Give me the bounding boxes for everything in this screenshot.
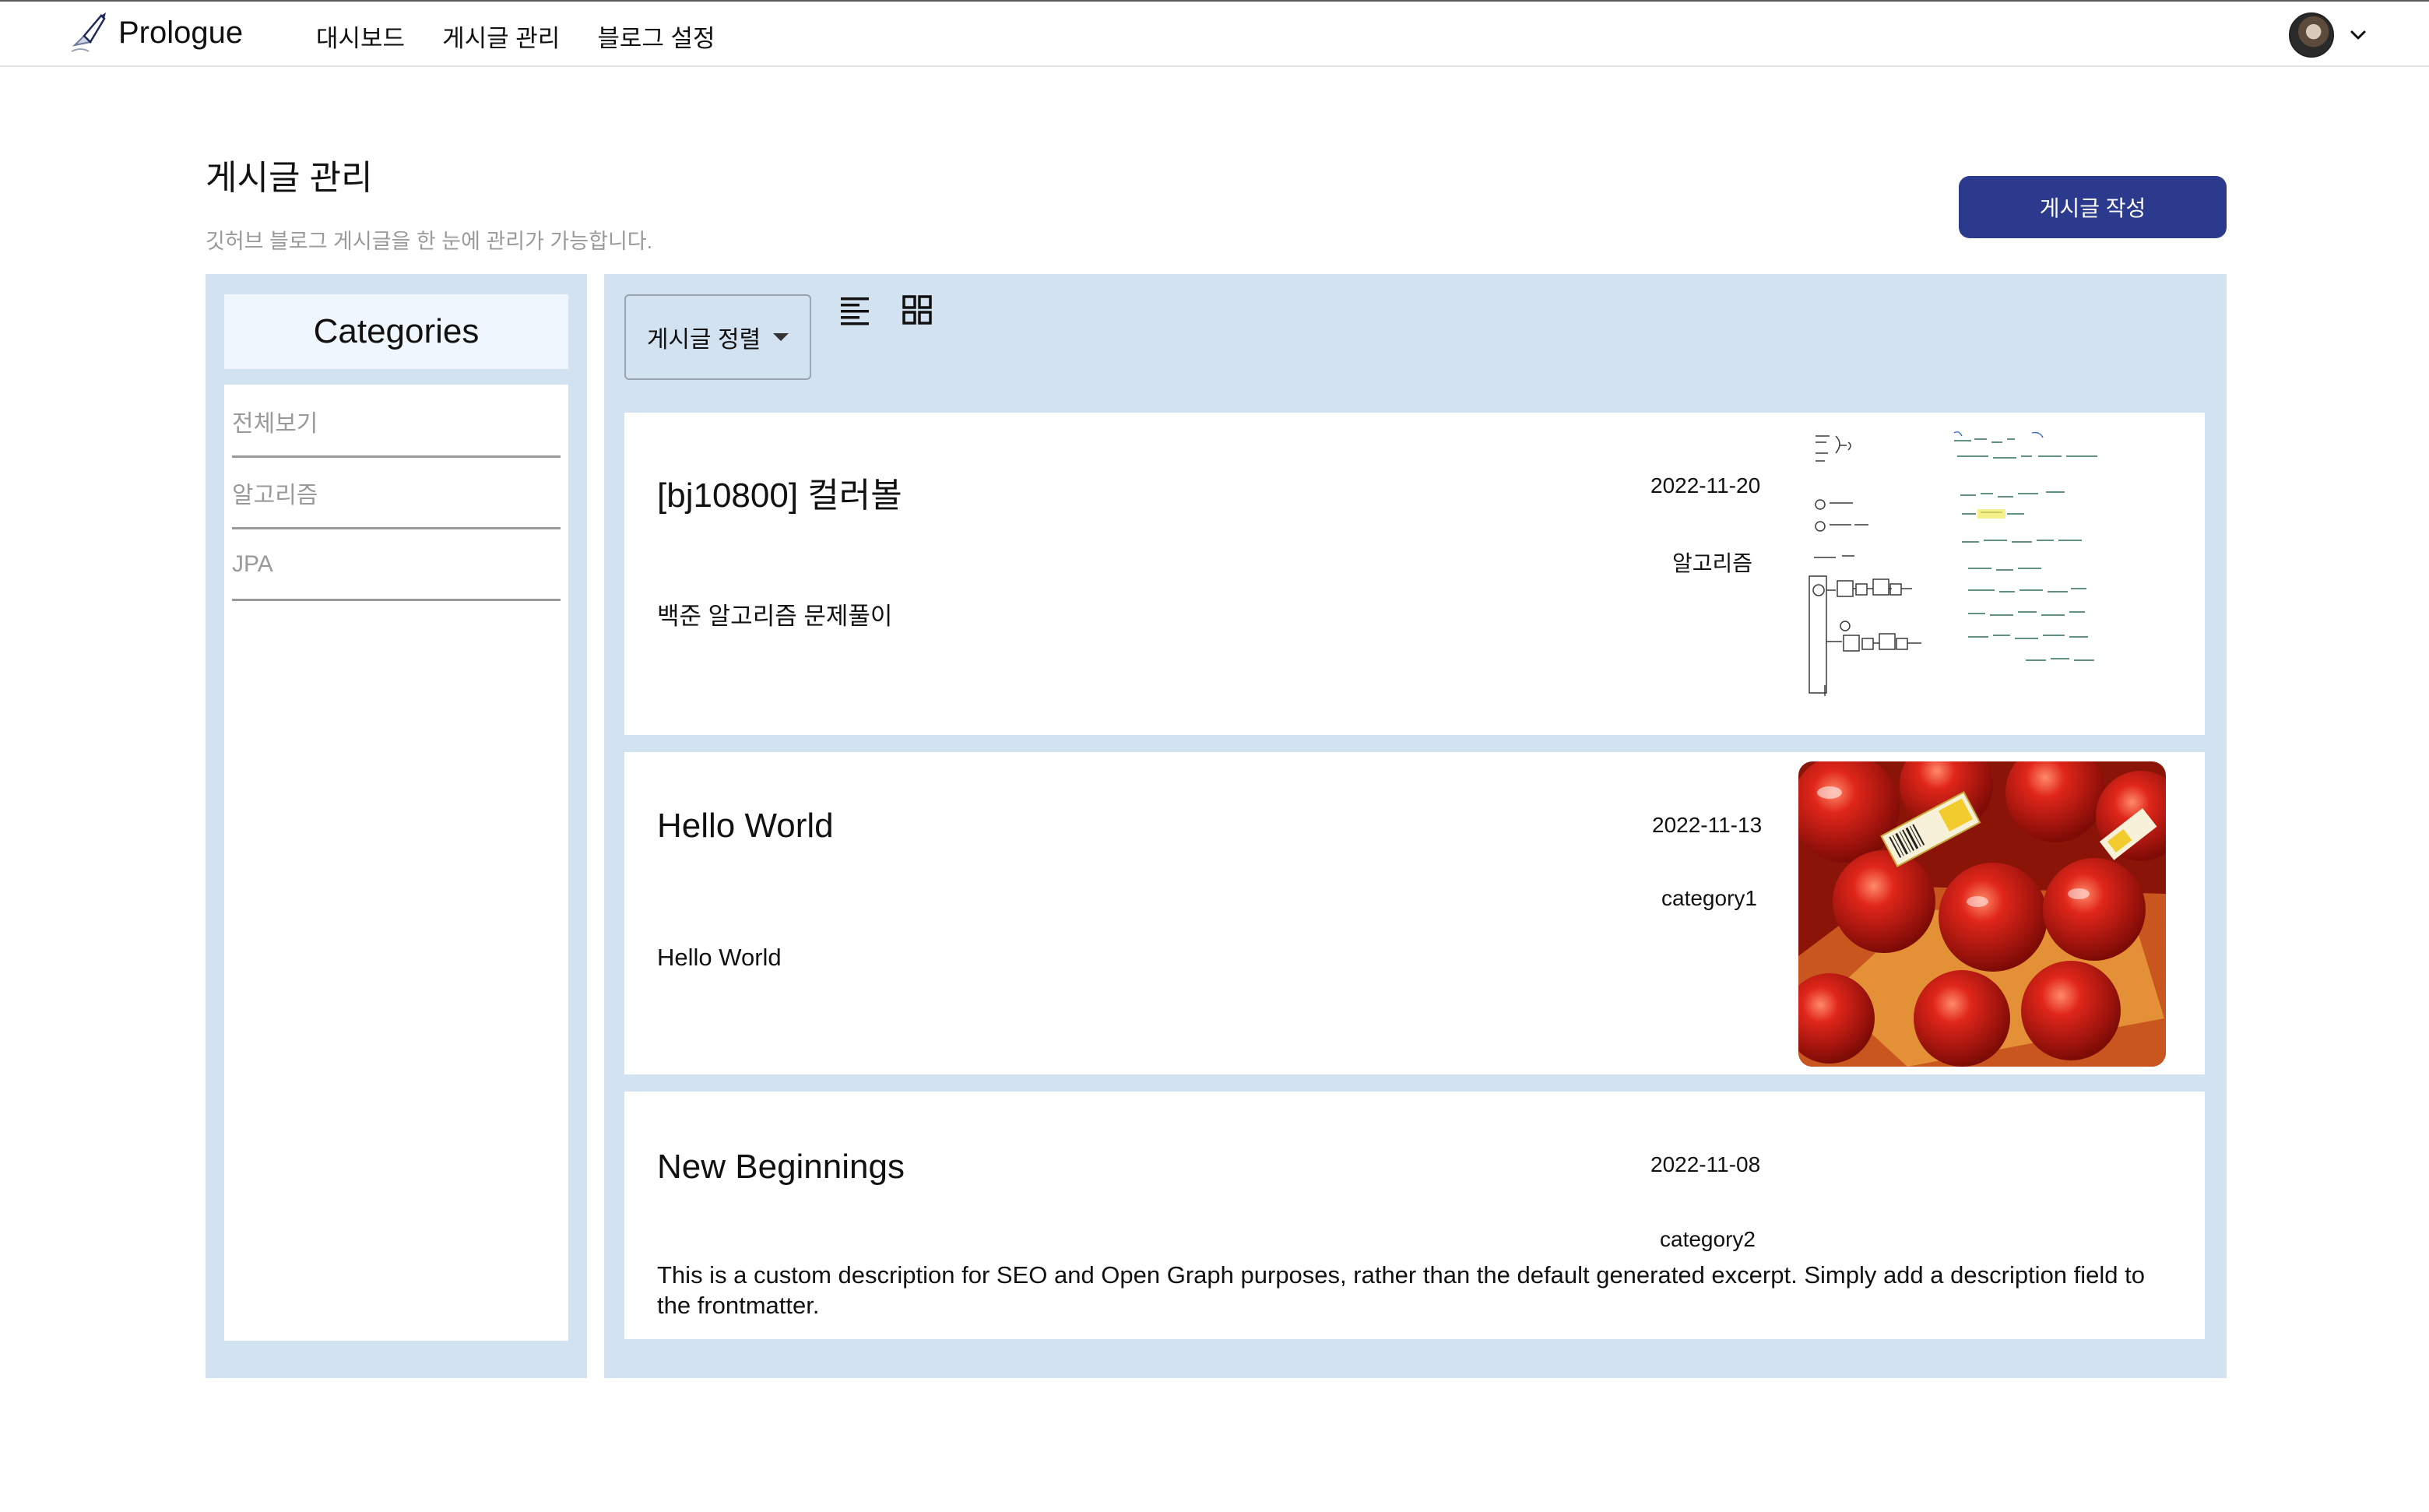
grid-view-icon[interactable] [902,294,933,325]
post-date: 2022-11-13 [1652,813,1763,837]
page-title: 게시글 관리 [206,159,373,197]
post-card[interactable]: New Beginnings 2022-11-08 category2 This… [624,1092,2205,1339]
caret-down-icon [773,333,789,341]
post-title: Hello World [657,807,834,845]
post-description: Hello World [657,944,782,971]
handwritten-notes-thumbnail [1798,425,2161,696]
post-date: 2022-11-08 [1650,1152,1761,1176]
top-navbar: Prologue 대시보드 게시글 관리 블로그 설정 [0,0,2429,67]
post-card[interactable]: [bj10800] 컬러볼 2022-11-20 알고리즘 백준 알고리즘 문제… [624,413,2205,735]
post-category: 알고리즘 [1672,551,1753,575]
nav-dashboard[interactable]: 대시보드 [316,19,405,54]
post-title: New Beginnings [657,1148,905,1186]
category-item-all[interactable]: 전체보기 [232,386,561,458]
post-card[interactable]: Hello World 2022-11-13 category1 Hello W… [624,752,2205,1074]
chevron-down-icon[interactable] [2346,23,2370,47]
categories-heading: Categories [224,294,568,369]
post-date: 2022-11-20 [1650,473,1761,498]
category-item-jpa[interactable]: JPA [232,529,561,601]
category-panel: Categories 전체보기 알고리즘 JPA [206,274,587,1378]
quill-logo-icon[interactable] [67,11,111,58]
list-view-icon[interactable] [839,294,870,325]
post-category: category2 [1660,1227,1756,1251]
post-title: [bj10800] 컬러볼 [657,476,902,515]
post-category: category1 [1661,886,1757,910]
post-description: This is a custom description for SEO and… [657,1261,2145,1319]
user-avatar[interactable] [2289,12,2334,58]
nav-post-management[interactable]: 게시글 관리 [442,19,560,54]
post-description: 백준 알고리즘 문제풀이 [657,603,893,630]
post-list-panel: 게시글 정렬 [bj10800] 컬러볼 2022-11-20 알고리즘 백준 … [604,274,2227,1378]
page-subtitle: 깃허브 블로그 게시글을 한 눈에 관리가 가능합니다. [206,230,653,253]
sort-dropdown[interactable]: 게시글 정렬 [624,294,811,380]
category-item-algorithm[interactable]: 알고리즘 [232,458,561,529]
sort-dropdown-label: 게시글 정렬 [646,327,761,353]
write-post-button[interactable]: 게시글 작성 [1959,176,2227,238]
brand-name[interactable]: Prologue [118,16,243,51]
category-list: 전체보기 알고리즘 JPA [224,385,568,1341]
red-apples-thumbnail [1798,761,2166,1067]
nav-blog-settings[interactable]: 블로그 설정 [597,19,715,54]
main-nav: 대시보드 게시글 관리 블로그 설정 [316,19,715,54]
